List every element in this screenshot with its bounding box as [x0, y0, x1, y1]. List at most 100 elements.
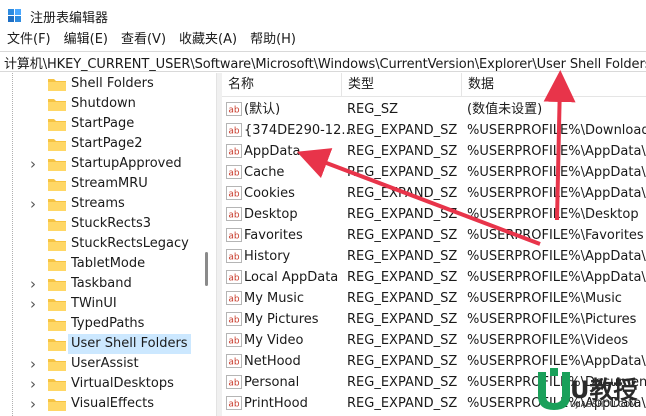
- tree-item[interactable]: TypedPaths: [0, 314, 216, 334]
- string-value-icon: ab: [226, 207, 242, 221]
- tree-scrollbar[interactable]: [200, 73, 212, 416]
- value-name: Cache: [244, 165, 285, 180]
- svg-text:ab: ab: [228, 106, 240, 116]
- value-row[interactable]: ab My Music REG_EXPAND_SZ %USERPROFILE%\Mus…: [222, 288, 646, 309]
- expand-chevron-icon[interactable]: ›: [26, 357, 40, 372]
- expand-chevron-icon[interactable]: ›: [26, 157, 40, 172]
- string-value-icon: ab: [226, 123, 242, 137]
- menu-help[interactable]: 帮助(H): [243, 30, 302, 50]
- value-data: %USERPROFILE%\AppData\Lo: [467, 270, 646, 285]
- menu-favorites[interactable]: 收藏夹(A): [172, 30, 243, 50]
- value-row[interactable]: ab Desktop REG_EXPAND_SZ %USERPROFILE%\Desk…: [222, 204, 646, 225]
- value-name: Cookies: [244, 186, 295, 201]
- tree-item-label: StuckRectsLegacy: [71, 236, 189, 251]
- tree-item-label: VirtualDesktops: [71, 376, 174, 391]
- tree-item[interactable]: StuckRects3: [0, 214, 216, 234]
- address-path[interactable]: 计算机\HKEY_CURRENT_USER\Software\Microsoft…: [4, 53, 646, 72]
- expand-chevron-icon[interactable]: ›: [26, 277, 40, 292]
- value-row[interactable]: ab Cookies REG_EXPAND_SZ %USERPROFILE%\AppD…: [222, 183, 646, 204]
- menu-file[interactable]: 文件(F): [0, 30, 57, 50]
- value-row[interactable]: ab (默认) REG_SZ (数值未设置): [222, 99, 646, 120]
- folder-icon: [48, 199, 66, 211]
- tree-item[interactable]: User Shell Folders: [0, 334, 216, 354]
- menu-edit[interactable]: 编辑(E): [57, 30, 114, 50]
- svg-text:ab: ab: [228, 295, 240, 305]
- value-data: %USERPROFILE%\AppData\Lo: [467, 186, 646, 201]
- tree-item-label: UserAssist: [71, 356, 139, 371]
- column-header-name[interactable]: 名称: [222, 73, 342, 97]
- value-type: REG_EXPAND_SZ: [347, 354, 458, 369]
- value-data: %USERPROFILE%\Downloads: [467, 123, 646, 138]
- tree-item[interactable]: StreamMRU: [0, 174, 216, 194]
- value-type: REG_SZ: [347, 102, 398, 117]
- tree-item[interactable]: TabletMode: [0, 254, 216, 274]
- value-row[interactable]: ab My Video REG_EXPAND_SZ %USERPROFILE%\Vid…: [222, 330, 646, 351]
- tree-scrollbar-thumb[interactable]: [205, 252, 208, 286]
- tree-item[interactable]: › TWinUI: [0, 294, 216, 314]
- value-list[interactable]: 名称 类型 数据 ab (默认) REG_SZ (数值未设置) ab {374DE290-…: [222, 73, 646, 416]
- tree-item-label: StuckRects3: [71, 216, 151, 231]
- string-value-icon: ab: [226, 270, 242, 284]
- address-bar[interactable]: 计算机\HKEY_CURRENT_USER\Software\Microsoft…: [0, 51, 646, 72]
- tree-item[interactable]: StartPage2: [0, 134, 216, 154]
- tree-item-label: Shell Folders: [71, 76, 154, 91]
- key-tree[interactable]: Shell Folders Shutdown StartPage StartPage2…: [0, 73, 216, 416]
- value-data: (数值未设置): [467, 102, 543, 117]
- value-row[interactable]: ab AppData REG_EXPAND_SZ %USERPROFILE%\AppD…: [222, 141, 646, 162]
- tree-item[interactable]: › UserAssist: [0, 354, 216, 374]
- folder-icon: [48, 159, 66, 171]
- window-title: 注册表编辑器: [30, 11, 109, 26]
- value-name: History: [244, 249, 291, 264]
- tree-item[interactable]: StartPage: [0, 114, 216, 134]
- value-row[interactable]: ab Cache REG_EXPAND_SZ %USERPROFILE%\AppDat…: [222, 162, 646, 183]
- expand-chevron-icon[interactable]: ›: [26, 197, 40, 212]
- tree-item-label: StartPage2: [71, 136, 143, 151]
- tree-item[interactable]: Shutdown: [0, 94, 216, 114]
- folder-icon: [48, 259, 66, 271]
- svg-text:ab: ab: [228, 400, 240, 410]
- value-type: REG_EXPAND_SZ: [347, 291, 458, 306]
- tree-item-label: Shutdown: [71, 96, 136, 111]
- value-row[interactable]: ab Local AppData REG_EXPAND_SZ %USERPROFILE…: [222, 267, 646, 288]
- value-data: %USERPROFILE%\AppData\Lo: [467, 165, 646, 180]
- tree-item[interactable]: › Streams: [0, 194, 216, 214]
- value-type: REG_EXPAND_SZ: [347, 333, 458, 348]
- value-row[interactable]: ab History REG_EXPAND_SZ %USERPROFILE%\AppD…: [222, 246, 646, 267]
- title-bar: 注册表编辑器: [0, 0, 646, 30]
- tree-item[interactable]: › StartupApproved: [0, 154, 216, 174]
- value-name: Desktop: [244, 207, 298, 222]
- tree-item-label: User Shell Folders: [68, 334, 191, 354]
- svg-text:ab: ab: [228, 379, 240, 389]
- string-value-icon: ab: [226, 354, 242, 368]
- svg-text:ab: ab: [228, 232, 240, 242]
- folder-icon: [48, 279, 66, 291]
- column-header-type[interactable]: 类型: [342, 73, 462, 97]
- expand-chevron-icon[interactable]: ›: [26, 397, 40, 412]
- string-value-icon: ab: [226, 165, 242, 179]
- value-data: %USERPROFILE%\AppData\Ro: [467, 144, 646, 159]
- tree-item[interactable]: › VirtualDesktops: [0, 374, 216, 394]
- expand-chevron-icon[interactable]: ›: [26, 377, 40, 392]
- svg-text:ab: ab: [228, 148, 240, 158]
- value-data: %USERPROFILE%\AppData\Lo: [467, 249, 646, 264]
- expand-chevron-icon[interactable]: ›: [26, 297, 40, 312]
- value-row[interactable]: ab Favorites REG_EXPAND_SZ %USERPROFILE%\Fa…: [222, 225, 646, 246]
- svg-text:ab: ab: [228, 169, 240, 179]
- value-data: %USERPROFILE%\Music: [467, 291, 622, 306]
- value-data: %USERPROFILE%\Favorites: [467, 228, 644, 243]
- svg-text:ab: ab: [228, 211, 240, 221]
- tree-item[interactable]: › Taskband: [0, 274, 216, 294]
- value-type: REG_EXPAND_SZ: [347, 249, 458, 264]
- tree-item[interactable]: › VisualEffects: [0, 394, 216, 414]
- menu-view[interactable]: 查看(V): [114, 30, 172, 50]
- folder-icon: [48, 399, 66, 411]
- svg-text:ab: ab: [228, 127, 240, 137]
- folder-icon: [48, 319, 66, 331]
- tree-item[interactable]: StuckRectsLegacy: [0, 234, 216, 254]
- column-header-data[interactable]: 数据: [462, 73, 646, 97]
- tree-item[interactable]: Shell Folders: [0, 74, 216, 94]
- value-row[interactable]: ab My Pictures REG_EXPAND_SZ %USERPROFILE%\…: [222, 309, 646, 330]
- string-value-icon: ab: [226, 312, 242, 326]
- value-row[interactable]: ab {374DE290-12... REG_EXPAND_SZ %USERPROFI…: [222, 120, 646, 141]
- string-value-icon: ab: [226, 396, 242, 410]
